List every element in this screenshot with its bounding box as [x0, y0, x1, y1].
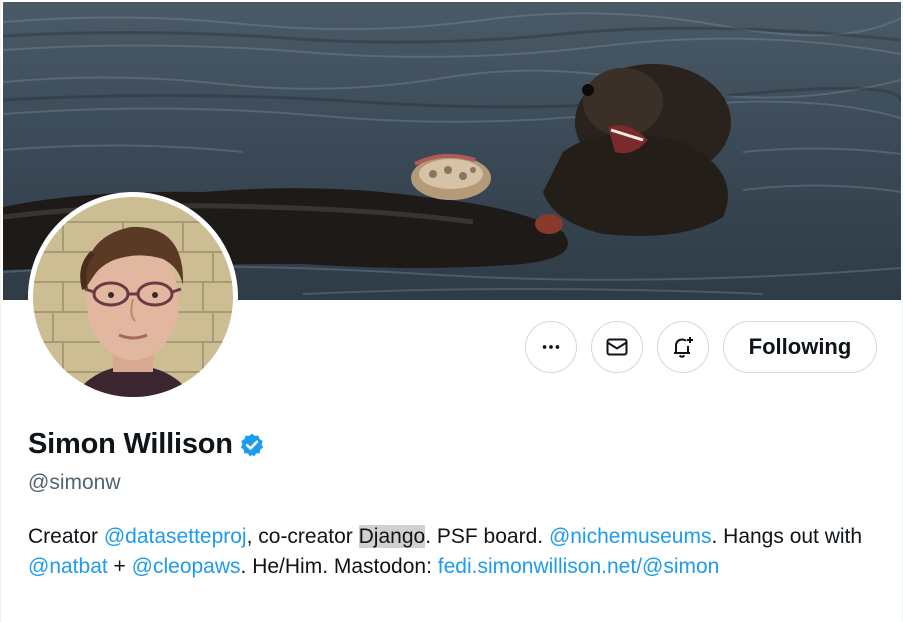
- bio-text: Creator: [28, 525, 104, 548]
- bell-plus-icon: [674, 337, 693, 358]
- more-options-button[interactable]: [525, 321, 577, 373]
- mention-link-natbat[interactable]: @natbat: [28, 555, 108, 578]
- bio-text: , co-creator: [246, 525, 359, 548]
- verified-badge-icon[interactable]: [239, 432, 265, 458]
- more-dots-icon: [542, 345, 560, 349]
- bio-text: . PSF board.: [425, 525, 549, 548]
- mail-icon: [606, 338, 628, 356]
- mastodon-link[interactable]: fedi.simonwillison.net/@simon: [438, 555, 720, 578]
- profile-bio: Creator @datasetteproj, co-creator Djang…: [28, 522, 878, 582]
- profile-name-row: Simon Willison: [28, 428, 265, 461]
- profile-page: Following Simon Willison @simonw Creator…: [0, 0, 903, 622]
- bio-text: . Hangs out with: [711, 525, 863, 548]
- mention-link-cleopaws[interactable]: @cleopaws: [132, 555, 241, 578]
- profile-avatar[interactable]: [28, 192, 238, 402]
- mention-link-datasetteproj[interactable]: @datasetteproj: [104, 525, 247, 548]
- notifications-button[interactable]: [657, 321, 709, 373]
- message-button[interactable]: [591, 321, 643, 373]
- user-handle: @simonw: [28, 471, 121, 494]
- bio-highlighted-text: Django: [358, 525, 426, 548]
- display-name: Simon Willison: [28, 428, 233, 460]
- bio-text: +: [107, 555, 132, 578]
- following-button[interactable]: Following: [723, 321, 877, 373]
- bio-text: . He/Him. Mastodon:: [240, 555, 438, 578]
- avatar-photo: [33, 197, 233, 397]
- mention-link-nichemuseums[interactable]: @nichemuseums: [549, 525, 712, 548]
